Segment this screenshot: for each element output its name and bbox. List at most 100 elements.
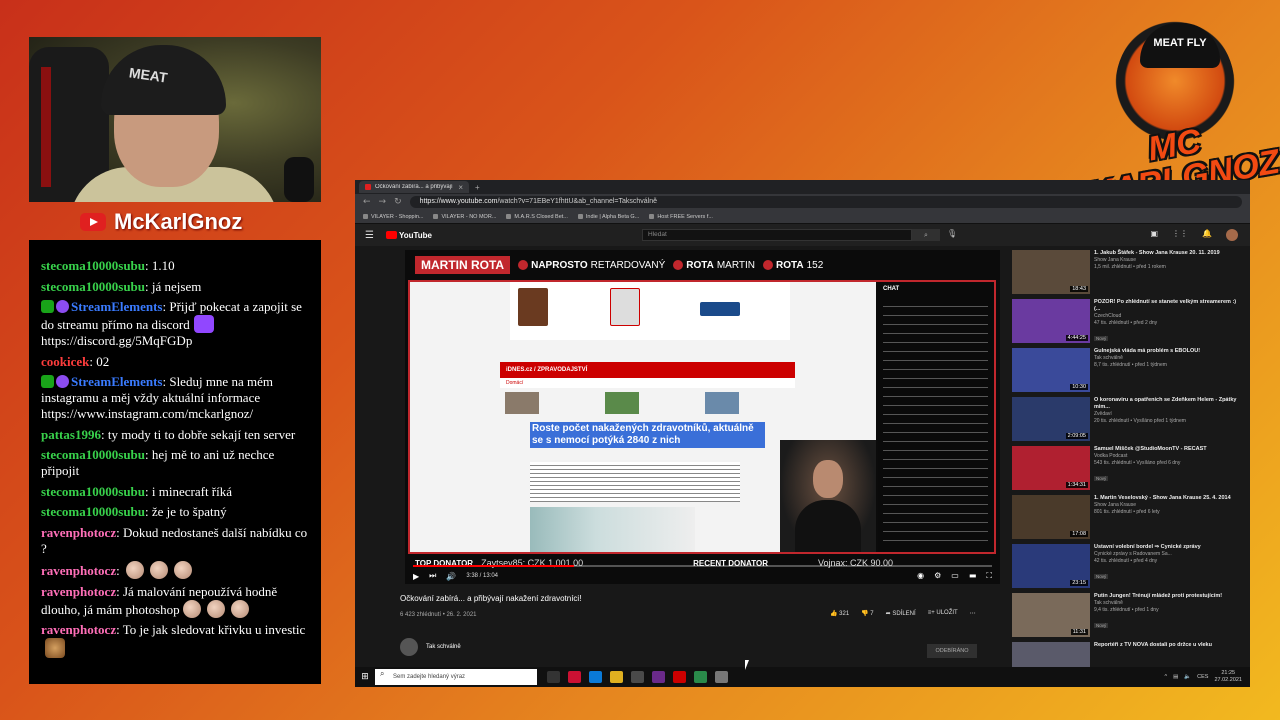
recommended-video[interactable]: 4:44:25 POZOR! Po zhlédnutí se stanete v… (1012, 299, 1242, 348)
chat-username[interactable]: stecoma10000subu (41, 258, 145, 273)
video-title[interactable]: O koronaviru a opatřeních se Zdeňkem Hel… (1094, 397, 1242, 411)
recommended-video[interactable]: 23:15 Ustavní volební bordel ⇒ Cynické z… (1012, 544, 1242, 593)
chat-username[interactable]: stecoma10000subu (41, 279, 145, 294)
tray-up-icon[interactable]: ^ (1165, 674, 1168, 680)
video-channel[interactable]: Zvědaví (1094, 411, 1242, 418)
chat-username[interactable]: pattas1996 (41, 427, 101, 442)
language-indicator[interactable]: CES (1197, 674, 1208, 680)
video-thumbnail[interactable]: 18:43 (1012, 250, 1090, 294)
share-button[interactable]: ➦ SDÍLENÍ (886, 610, 916, 617)
bookmark-item[interactable]: Indie | Alpha Beta G... (577, 214, 639, 220)
chat-username[interactable]: stecoma10000subu (41, 447, 145, 462)
volume-icon[interactable]: 🔈 (1184, 674, 1191, 680)
subscribe-button[interactable]: ODEBÍRÁNO (927, 644, 977, 658)
back-icon[interactable]: ← (363, 197, 371, 207)
bookmark-item[interactable]: M.A.R.S Closed Bet... (506, 214, 568, 220)
folder-icon[interactable] (610, 671, 623, 683)
recommended-video[interactable]: 2:09:05 O koronaviru a opatřeních se Zde… (1012, 397, 1242, 446)
video-title[interactable]: Samuel Mišček @StudioMoonTV - RECAST (1094, 446, 1242, 453)
video-channel[interactable]: Cynické zprávy s Radovanem Sa... (1094, 551, 1242, 558)
chat-username[interactable]: ravenphotocz (41, 584, 116, 599)
search-input[interactable]: Hledat (642, 229, 912, 241)
next-icon[interactable]: ⏭ (429, 571, 436, 581)
save-button[interactable]: ≡+ ULOŽIT (928, 610, 958, 617)
chat-username[interactable]: cookicek (41, 354, 89, 369)
taskbar-search-input[interactable]: Sem zadejte hledaný výraz (375, 669, 537, 685)
autoplay-toggle[interactable]: ◉ (917, 571, 924, 581)
forward-icon[interactable]: → (379, 197, 387, 207)
apps-icon[interactable]: ⋮⋮ (1172, 229, 1188, 241)
video-thumbnail[interactable]: 17:08 (1012, 495, 1090, 539)
chat-username[interactable]: StreamElements (71, 299, 162, 314)
bookmark-item[interactable]: VILAYER - Shoppin... (363, 214, 423, 220)
bell-icon[interactable]: 🔔 (1202, 229, 1212, 241)
app-icon[interactable] (694, 671, 707, 683)
video-player[interactable]: MARTIN ROTA NAPROSTO RETARDOVANÝ ROTA MART… (405, 250, 1000, 584)
url-input[interactable]: https://www.youtube.com/watch?v=71EBeY1f… (409, 196, 1242, 208)
bookmark-item[interactable]: Host FREE Servers f... (649, 214, 713, 220)
chat-username[interactable]: stecoma10000subu (41, 484, 145, 499)
recommended-video[interactable]: 18:43 1. Jakub Štáfek - Show Jana Krause… (1012, 250, 1242, 299)
video-title[interactable]: Putin Jungen! Trénují mládež proti prote… (1094, 593, 1242, 600)
chat-username[interactable]: ravenphotocz (41, 525, 116, 540)
video-channel[interactable]: Tak schválně (1094, 355, 1242, 362)
video-channel[interactable]: Show Jana Krause (1094, 257, 1242, 264)
video-thumbnail[interactable]: 2:09:05 (1012, 397, 1090, 441)
progress-bar[interactable] (413, 565, 992, 567)
video-title[interactable]: Gulnejská vláda má problém s EBOLOU! (1094, 348, 1242, 355)
create-icon[interactable]: ▣ (1150, 229, 1158, 241)
youtube-logo[interactable]: YouTube (385, 231, 432, 240)
edge-icon[interactable] (589, 671, 602, 683)
dislike-button[interactable]: 👎 7 (861, 610, 873, 617)
avatar[interactable] (1226, 229, 1238, 241)
miniplayer-icon[interactable]: ▭ (951, 571, 959, 581)
channel-avatar[interactable] (400, 638, 418, 656)
fullscreen-icon[interactable]: ⛶ (986, 571, 992, 581)
app-icon[interactable] (568, 671, 581, 683)
chat-username[interactable]: StreamElements (71, 374, 162, 389)
clock[interactable]: 21:25 27.02.2021 (1214, 670, 1242, 684)
mic-icon[interactable]: 🎙 (947, 229, 957, 238)
video-title[interactable]: Reportéři z TV NOVA dostali po držce u v… (1094, 642, 1242, 649)
video-thumbnail[interactable]: 1:34:31 (1012, 446, 1090, 490)
video-thumbnail[interactable]: 4:44:25 (1012, 299, 1090, 343)
store-icon[interactable] (631, 671, 644, 683)
video-title[interactable]: 1. Jakub Štáfek - Show Jana Krause 20. 1… (1094, 250, 1242, 257)
menu-icon[interactable]: ☰ (365, 230, 374, 241)
play-icon[interactable]: ▶ (413, 572, 419, 581)
channel-link[interactable]: Tak schválně (426, 644, 461, 650)
video-channel[interactable]: CzechCloud (1094, 313, 1242, 320)
settings-icon[interactable]: ⚙ (934, 571, 941, 581)
app-icon[interactable] (715, 671, 728, 683)
video-thumbnail[interactable]: 11:31 (1012, 593, 1090, 637)
close-icon[interactable]: × (458, 183, 463, 192)
network-icon[interactable]: ▤ (1173, 674, 1178, 680)
recommended-video[interactable]: 1:34:31 Samuel Mišček @StudioMoonTV - RE… (1012, 446, 1242, 495)
video-channel[interactable]: Show Jana Krause (1094, 502, 1242, 509)
reload-icon[interactable]: ↻ (394, 197, 402, 207)
tab-youtube[interactable]: Očkování zabírá... a přibývají nové... × (359, 181, 469, 193)
like-button[interactable]: 👍 321 (830, 610, 849, 617)
new-tab-button[interactable]: + (475, 183, 480, 192)
bookmark-item[interactable]: VILAYER - NO MOR... (433, 214, 496, 220)
theater-icon[interactable]: ▬ (969, 571, 977, 581)
recommended-video[interactable]: 17:08 1. Martin Veselovský - Show Jana K… (1012, 495, 1242, 544)
task-view-icon[interactable] (547, 671, 560, 683)
chat-username[interactable]: ravenphotocz (41, 622, 116, 637)
chat-username[interactable]: stecoma10000subu (41, 504, 145, 519)
video-title[interactable]: POZOR! Po zhlédnutí se stanete velkým st… (1094, 299, 1242, 313)
video-title[interactable]: Ustavní volební bordel ⇒ Cynické zprávy (1094, 544, 1242, 551)
volume-icon[interactable]: 🔊 (446, 572, 456, 581)
video-thumbnail[interactable]: 23:15 (1012, 544, 1090, 588)
app-icon[interactable] (673, 671, 686, 683)
video-thumbnail[interactable]: 10:30 (1012, 348, 1090, 392)
chat-link[interactable]: https://discord.gg/5MqFGDp (41, 333, 192, 348)
more-icon[interactable]: ⋯ (970, 610, 976, 617)
recommended-video[interactable]: 11:31 Putin Jungen! Trénují mládež proti… (1012, 593, 1242, 642)
chat-username[interactable]: ravenphotocz (41, 563, 116, 578)
app-icon[interactable] (652, 671, 665, 683)
windows-start-icon[interactable]: ⊞ (355, 672, 375, 682)
recommended-video[interactable]: 10:30 Gulnejská vláda má problém s EBOLO… (1012, 348, 1242, 397)
video-channel[interactable]: Tak schválně (1094, 600, 1242, 607)
search-icon[interactable]: ⌕ (912, 229, 940, 241)
